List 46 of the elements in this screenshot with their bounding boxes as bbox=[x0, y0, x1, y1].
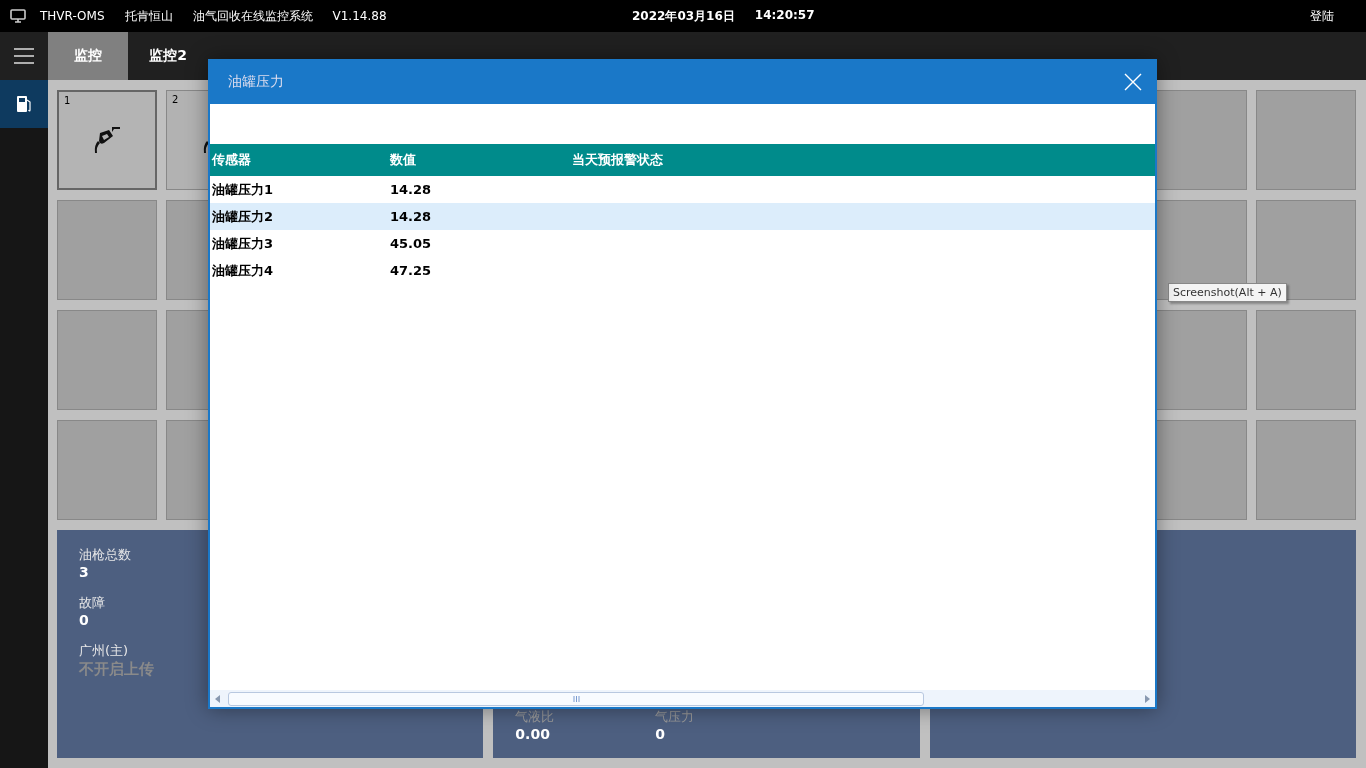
stat-label: 故障 bbox=[79, 594, 106, 612]
table-row[interactable]: 油罐压力4 47.25 bbox=[210, 257, 1155, 284]
scrollbar-thumb[interactable] bbox=[228, 691, 924, 706]
table-cell-text: 油罐压力3 bbox=[211, 234, 275, 253]
table-cell-text: 14.28 bbox=[390, 209, 433, 224]
stat-value: 3 bbox=[79, 564, 90, 580]
tile-number: 2 bbox=[172, 94, 179, 105]
table-cell-text: 油罐压力4 bbox=[211, 261, 275, 280]
table-cell-text: 油罐压力2 bbox=[211, 207, 275, 226]
stat-label: 广州(主) bbox=[79, 642, 130, 660]
column-header: 数值 bbox=[390, 151, 417, 169]
table-cell-text: 14.28 bbox=[390, 182, 433, 197]
app-code: THVR-OMS bbox=[40, 9, 105, 23]
date: 2022年03月16日 bbox=[632, 7, 735, 25]
site-name: 托肯恒山 bbox=[124, 7, 173, 25]
fuel-pump-icon bbox=[16, 95, 32, 113]
stat-value: 0 bbox=[79, 612, 90, 628]
pump-tile[interactable]: 1 bbox=[57, 90, 157, 190]
column-header: 当天预报警状态 bbox=[572, 151, 664, 169]
tile-number: 1 bbox=[64, 95, 71, 106]
table-cell-text: 45.05 bbox=[390, 236, 433, 251]
tab[interactable]: 监控 bbox=[48, 32, 128, 80]
table-row[interactable]: 油罐压力3 45.05 bbox=[210, 230, 1155, 257]
stat-value: 0.00 bbox=[515, 726, 551, 742]
table-cell-text: 油罐压力1 bbox=[211, 180, 275, 199]
menu-icon[interactable] bbox=[14, 48, 34, 64]
stat-label: 气液比 bbox=[515, 708, 556, 726]
table-row[interactable]: 油罐压力2 14.28 bbox=[210, 203, 1155, 230]
login-link[interactable]: 登陆 bbox=[1310, 7, 1334, 25]
stat-value: 不开启上传 bbox=[79, 660, 155, 679]
dialog-title: 油罐压力 bbox=[228, 72, 284, 91]
monitor-icon bbox=[10, 9, 26, 23]
version: V1.14.88 bbox=[332, 9, 387, 23]
table-cell-text: 47.25 bbox=[390, 263, 433, 278]
table-row[interactable]: 油罐压力1 14.28 bbox=[210, 176, 1155, 203]
tab[interactable]: 监控2 bbox=[128, 32, 208, 80]
stat-value: 0 bbox=[655, 726, 667, 742]
sidebar-item[interactable] bbox=[0, 80, 48, 128]
time: 14:20:57 bbox=[754, 7, 815, 24]
horizontal-scrollbar[interactable] bbox=[210, 690, 1155, 707]
stat-label: 油枪总数 bbox=[79, 546, 132, 564]
stat-label: 气压力 bbox=[655, 708, 696, 726]
system-name: 油气回收在线监控系统 bbox=[192, 7, 313, 25]
column-header: 传感器 bbox=[210, 151, 252, 169]
tooltip: Screenshot(Alt + A) bbox=[1168, 283, 1287, 302]
close-button[interactable] bbox=[1123, 71, 1143, 92]
